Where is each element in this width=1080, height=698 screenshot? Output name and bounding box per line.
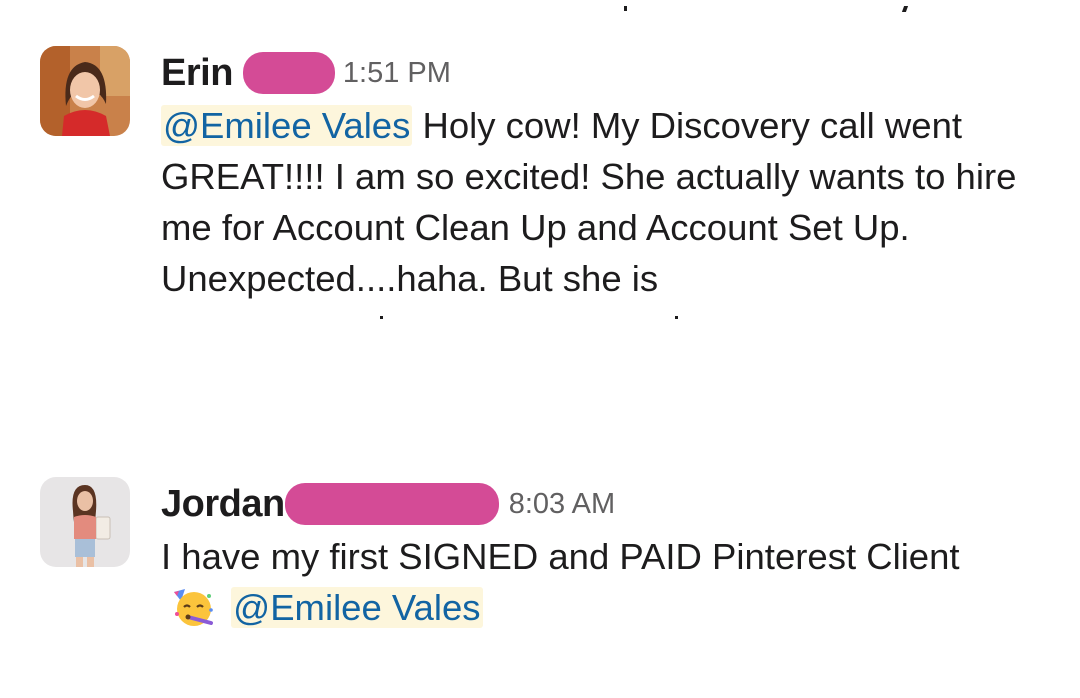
- avatar[interactable]: [40, 46, 130, 136]
- avatar-photo-icon: [40, 46, 130, 136]
- timestamp[interactable]: 8:03 AM: [509, 477, 615, 531]
- message-header: Erin 1:51 PM: [161, 46, 1060, 100]
- cropped-text-fragment: [675, 316, 678, 319]
- message-header: Jordan 8:03 AM: [161, 477, 1060, 531]
- message-body: @Emilee Vales Holy cow! My Discovery cal…: [161, 100, 1060, 304]
- message-body: I have my first SIGNED and PAID Pinteres…: [161, 531, 1001, 641]
- redacted-surname: [284, 483, 499, 525]
- message-content: Jordan 8:03 AM I have my first SIGNED an…: [161, 477, 1060, 641]
- cropped-text-fragment: [901, 6, 909, 12]
- timestamp[interactable]: 1:51 PM: [343, 46, 451, 100]
- author-name[interactable]: Jordan: [161, 477, 285, 531]
- user-mention[interactable]: @Emilee Vales: [161, 105, 413, 146]
- avatar-photo-icon: [40, 477, 130, 567]
- message-content: Erin 1:51 PM @Emilee Vales Holy cow! My …: [161, 46, 1060, 304]
- cropped-text-fragment: [624, 6, 627, 11]
- user-mention[interactable]: @Emilee Vales: [231, 587, 483, 628]
- cropped-text-fragment: [380, 316, 383, 319]
- message-text: I have my first SIGNED and PAID Pinteres…: [161, 536, 960, 577]
- chat-screenshot: Erin 1:51 PM @Emilee Vales Holy cow! My …: [0, 0, 1080, 698]
- avatar[interactable]: [40, 477, 130, 567]
- redacted-surname: [242, 52, 335, 94]
- author-name[interactable]: Erin: [161, 46, 233, 100]
- partying-face-icon[interactable]: [171, 584, 215, 641]
